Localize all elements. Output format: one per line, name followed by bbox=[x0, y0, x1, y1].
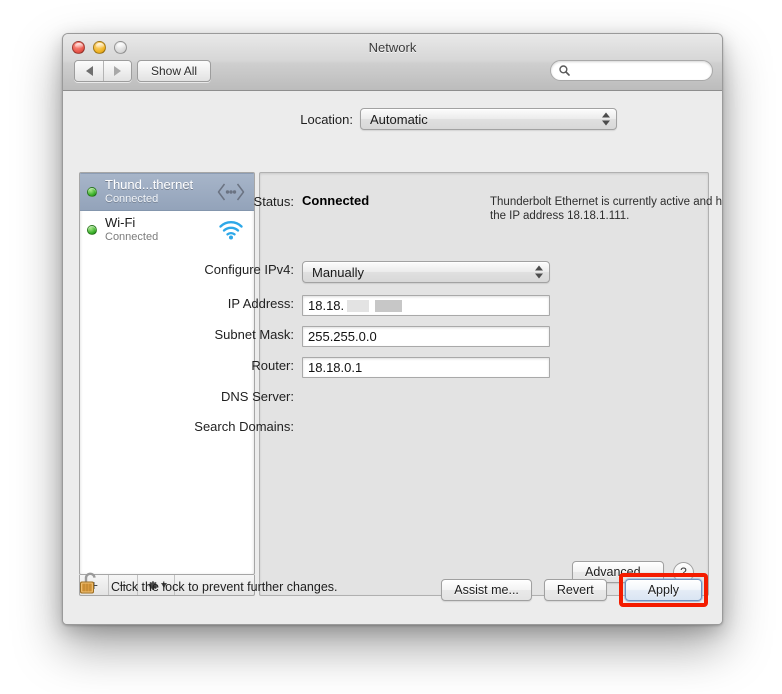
status-value: Connected bbox=[302, 193, 370, 208]
configure-ipv4-value: Manually bbox=[312, 264, 365, 280]
configure-ipv4-label: Configure IPv4: bbox=[204, 262, 294, 277]
lock-area: Click the lock to prevent further change… bbox=[79, 571, 338, 602]
forward-button[interactable] bbox=[103, 61, 131, 81]
back-arrow-icon bbox=[85, 66, 93, 76]
router-label: Router: bbox=[251, 358, 294, 373]
window-title: Network bbox=[368, 40, 417, 55]
location-label: Location: bbox=[300, 111, 353, 127]
subnet-mask-input[interactable]: 255.255.0.0 bbox=[302, 326, 550, 347]
location-selected-value: Automatic bbox=[370, 111, 428, 127]
wifi-icon bbox=[216, 217, 246, 243]
search-input[interactable] bbox=[575, 63, 703, 78]
search-field[interactable] bbox=[550, 60, 713, 81]
back-button[interactable] bbox=[75, 61, 103, 81]
search-icon bbox=[559, 65, 570, 76]
chevron-updown-icon bbox=[602, 112, 610, 126]
redacted-octets bbox=[347, 299, 403, 312]
subnet-mask-label: Subnet Mask: bbox=[214, 327, 295, 342]
show-all-button[interactable]: Show All bbox=[137, 60, 212, 82]
window-titlebar: Network Show All bbox=[63, 34, 722, 91]
window-footer: Click the lock to prevent further change… bbox=[63, 563, 722, 624]
subnet-mask-value: 255.255.0.0 bbox=[308, 329, 377, 344]
navigation-segmented-control bbox=[74, 60, 132, 82]
ip-address-input[interactable]: 18.18. bbox=[302, 295, 550, 316]
ip-address-row: IP Address: 18.18. bbox=[80, 295, 710, 316]
ip-address-value: 18.18. bbox=[308, 298, 345, 313]
network-preferences-window: Network Show All Location: Automatic Thu… bbox=[62, 33, 723, 625]
forward-arrow-icon bbox=[114, 66, 121, 76]
service-status: Connected bbox=[105, 231, 159, 244]
revert-label: Revert bbox=[556, 583, 594, 597]
router-row: Router: 18.18.0.1 bbox=[80, 357, 710, 378]
lock-message: Click the lock to prevent further change… bbox=[111, 579, 338, 594]
show-all-label: Show All bbox=[151, 64, 198, 78]
dns-server-label: DNS Server: bbox=[221, 389, 294, 404]
search-domains-label: Search Domains: bbox=[194, 419, 294, 434]
sidebar-item-wifi[interactable]: Wi-Fi Connected bbox=[80, 211, 254, 249]
revert-button[interactable]: Revert bbox=[543, 579, 607, 601]
chevron-updown-icon bbox=[535, 265, 543, 279]
ip-address-label: IP Address: bbox=[227, 296, 294, 311]
configure-ipv4-popup-button[interactable]: Manually bbox=[302, 261, 550, 283]
apply-label: Apply bbox=[647, 583, 679, 597]
screenshot-root: Network Show All Location: Automatic Thu… bbox=[0, 0, 782, 694]
service-text: Wi-Fi Connected bbox=[105, 215, 216, 244]
status-label: Status: bbox=[253, 194, 294, 209]
apply-button[interactable]: Apply bbox=[624, 579, 702, 601]
assist-me-label: Assist me... bbox=[454, 583, 519, 597]
service-name: Wi-Fi bbox=[105, 215, 136, 231]
dns-server-row: DNS Server: bbox=[80, 388, 710, 406]
search-domains-row: Search Domains: bbox=[80, 418, 710, 436]
assist-me-button[interactable]: Assist me... bbox=[441, 579, 532, 601]
subnet-mask-row: Subnet Mask: 255.255.0.0 bbox=[80, 326, 710, 347]
open-padlock-icon[interactable] bbox=[79, 571, 101, 602]
location-popup-button[interactable]: Automatic bbox=[360, 108, 617, 130]
location-row: Location: Automatic bbox=[63, 108, 722, 130]
router-input[interactable]: 18.18.0.1 bbox=[302, 357, 550, 378]
footer-buttons: Assist me... Revert Apply bbox=[441, 573, 708, 607]
apply-highlight-annotation: Apply bbox=[618, 573, 708, 607]
service-name: Thund...thernet bbox=[105, 177, 194, 193]
service-detail-panel: Status: Connected Thunderbolt Ethernet i… bbox=[194, 172, 722, 596]
preferences-body: Location: Automatic Thund...thernet Conn… bbox=[63, 91, 722, 624]
configure-ipv4-row: Configure IPv4: Manually bbox=[80, 261, 710, 283]
status-description: Thunderbolt Ethernet is currently active… bbox=[490, 196, 723, 222]
status-indicator-green bbox=[87, 225, 97, 235]
router-value: 18.18.0.1 bbox=[308, 360, 363, 375]
